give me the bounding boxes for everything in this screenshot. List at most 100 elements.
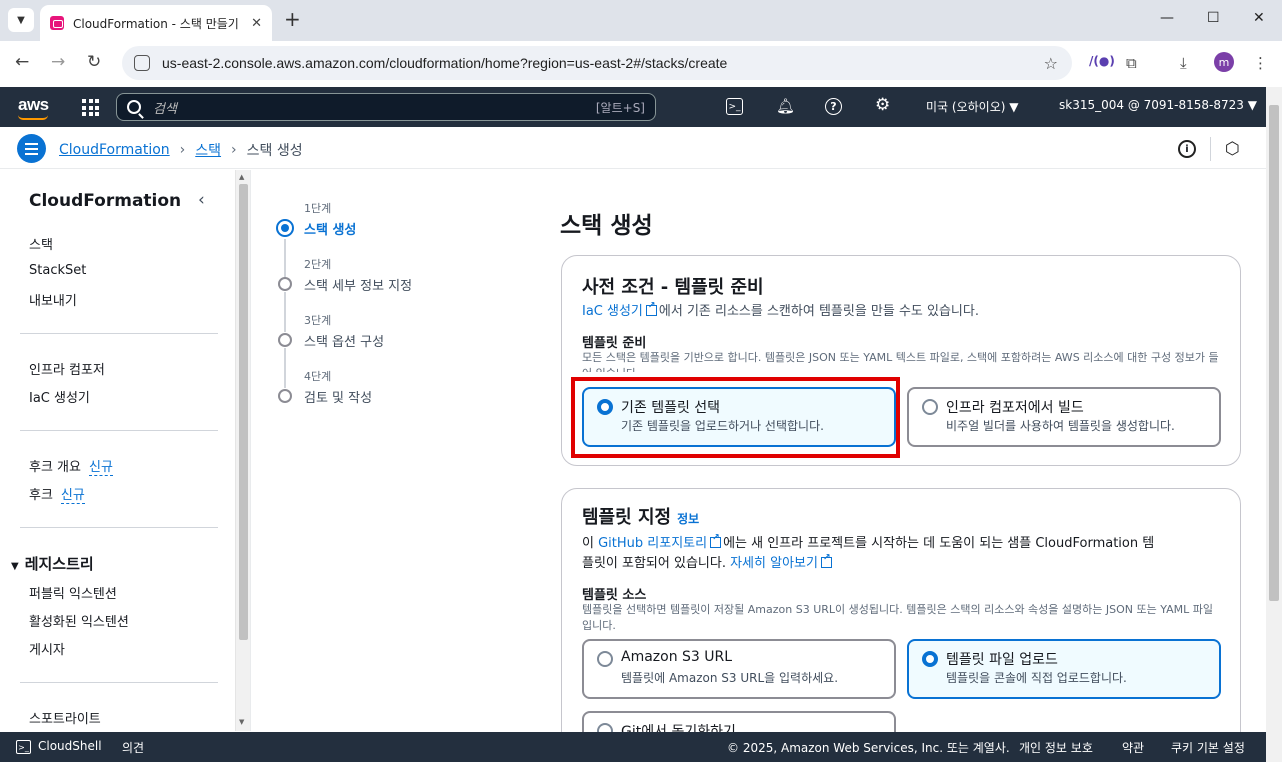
page-scroll-thumb[interactable] bbox=[1269, 105, 1279, 601]
cloudshell-icon[interactable]: >_ bbox=[726, 98, 743, 115]
tools-panel-icon[interactable]: ⬡ bbox=[1225, 139, 1240, 159]
sidebar-item-publisher[interactable]: 게시자 bbox=[29, 639, 65, 658]
aws-logo[interactable]: aws bbox=[18, 95, 49, 115]
breadcrumb-stacks[interactable]: 스택 bbox=[195, 140, 221, 160]
option-desc: 비주얼 빌더를 사용하여 템플릿을 생성합니다. bbox=[946, 419, 1175, 433]
console-footer: >_ CloudShell 의견 © 2025, Amazon Web Serv… bbox=[0, 732, 1266, 762]
step-number: 3단계 bbox=[304, 314, 332, 327]
settings-gear-icon[interactable]: ⚙ bbox=[875, 95, 890, 115]
iac-hint: IaC 생성기 에서 기존 리소스를 스캔하여 템플릿을 만들 수도 있습니다. bbox=[582, 300, 979, 319]
option-label: Amazon S3 URL bbox=[621, 649, 733, 665]
scroll-up-icon[interactable]: ▲ bbox=[239, 173, 244, 181]
sidebar-title: CloudFormation bbox=[29, 191, 182, 211]
sidebar-item-public-extensions[interactable]: 퍼블릭 익스텐션 bbox=[29, 583, 117, 602]
step-dot-icon bbox=[278, 389, 292, 403]
sidebar-scroll-thumb[interactable] bbox=[239, 184, 248, 640]
github-hint-line2: 플릿이 포함되어 있습니다. 자세히 알아보기 bbox=[582, 552, 834, 571]
sidebar-item-stacksets[interactable]: StackSet bbox=[29, 263, 86, 278]
sidebar-item-hooks[interactable]: 후크 신규 bbox=[29, 484, 85, 504]
github-repo-link[interactable]: GitHub 리포지토리 bbox=[598, 536, 707, 551]
tab-close-icon[interactable]: ✕ bbox=[251, 16, 262, 31]
side-nav-toggle-button[interactable] bbox=[17, 134, 46, 163]
step-dot-icon bbox=[278, 333, 292, 347]
copyright-text: © 2025, Amazon Web Services, Inc. 또는 계열사… bbox=[727, 741, 1010, 755]
breadcrumb-chevron-icon: › bbox=[179, 142, 186, 158]
minimize-button[interactable]: — bbox=[1160, 10, 1174, 26]
radio-icon[interactable] bbox=[922, 399, 938, 415]
option-infra-composer[interactable]: 인프라 컴포저에서 빌드 비주얼 빌더를 사용하여 템플릿을 생성합니다. bbox=[907, 387, 1221, 447]
page-title: 스택 생성 bbox=[560, 213, 653, 239]
tab-search-button[interactable]: ▼ bbox=[8, 8, 34, 32]
learn-more-link[interactable]: 자세히 알아보기 bbox=[730, 556, 818, 571]
maximize-button[interactable]: ☐ bbox=[1207, 10, 1220, 26]
close-window-button[interactable]: ✕ bbox=[1253, 10, 1265, 26]
option-label: 템플릿 파일 업로드 bbox=[946, 652, 1058, 668]
radio-icon[interactable] bbox=[597, 651, 613, 667]
collapse-sidebar-icon[interactable]: ‹ bbox=[198, 190, 205, 210]
scroll-down-icon[interactable]: ▼ bbox=[239, 718, 244, 726]
profile-avatar[interactable]: m bbox=[1214, 52, 1234, 72]
back-button[interactable]: ← bbox=[15, 53, 29, 71]
breadcrumb: CloudFormation › 스택 › 스택 생성 bbox=[59, 140, 303, 160]
sidebar-item-activated-extensions[interactable]: 활성화된 익스텐션 bbox=[29, 611, 129, 630]
sidebar-divider bbox=[20, 527, 218, 528]
feedback-link[interactable]: 의견 bbox=[122, 739, 144, 756]
sidebar-scrollbar[interactable]: ▲ ▼ bbox=[235, 170, 250, 731]
search-shortcut: [알트+S] bbox=[595, 100, 645, 115]
notifications-bell-icon[interactable]: 🔔︎ bbox=[776, 97, 795, 115]
sidebar-divider bbox=[20, 682, 218, 683]
option-upload-template[interactable]: 템플릿 파일 업로드 템플릿을 콘솔에 직접 업로드합니다. bbox=[907, 639, 1221, 699]
browser-tab[interactable]: CloudFormation - 스택 만들기 ✕ bbox=[40, 5, 272, 41]
region-selector[interactable]: 미국 (오하이오) ▼ bbox=[926, 98, 1018, 115]
cloudshell-link[interactable]: CloudShell bbox=[38, 739, 102, 753]
new-tab-button[interactable]: + bbox=[284, 9, 301, 29]
sidebar-divider bbox=[20, 430, 218, 431]
browser-menu-icon[interactable]: ⋮ bbox=[1253, 54, 1268, 72]
specify-template-card: 템플릿 지정 정보 이 GitHub 리포지토리 에는 새 인프라 프로젝트를 시작… bbox=[561, 488, 1241, 762]
new-badge: 신규 bbox=[60, 488, 85, 504]
forward-button[interactable]: → bbox=[51, 53, 65, 71]
privacy-link[interactable]: 개인 정보 보호 bbox=[1019, 739, 1093, 756]
aws-search-input[interactable]: 검색 [알트+S] bbox=[116, 93, 656, 121]
external-link-icon bbox=[710, 533, 722, 548]
sidebar-item-stacks[interactable]: 스택 bbox=[29, 234, 53, 253]
site-info-icon[interactable] bbox=[134, 55, 150, 71]
sidebar-section-registry[interactable]: ▼ 레지스트리 bbox=[11, 553, 94, 574]
extension-icon[interactable]: /(●) bbox=[1089, 54, 1115, 68]
option-desc: 템플릿을 콘솔에 직접 업로드합니다. bbox=[946, 671, 1127, 685]
terms-link[interactable]: 약관 bbox=[1122, 739, 1144, 756]
bookmark-star-icon[interactable]: ☆ bbox=[1044, 54, 1058, 73]
breadcrumb-current: 스택 생성 bbox=[246, 143, 303, 159]
info-link[interactable]: 정보 bbox=[677, 512, 699, 526]
cookie-preferences-link[interactable]: 쿠키 기본 설정 bbox=[1171, 739, 1245, 756]
page-scrollbar[interactable] bbox=[1266, 87, 1282, 762]
breadcrumb-cloudformation[interactable]: CloudFormation bbox=[59, 142, 170, 158]
step-connector bbox=[284, 239, 286, 279]
step-active-dot-icon bbox=[276, 219, 294, 237]
sidebar-item-infra-composer[interactable]: 인프라 컴포저 bbox=[29, 359, 105, 378]
services-grid-icon[interactable] bbox=[82, 99, 99, 116]
option-amazon-s3-url[interactable]: Amazon S3 URL 템플릿에 Amazon S3 URL을 입력하세요. bbox=[582, 639, 896, 699]
account-menu[interactable]: sk315_004 @ 7091-8158-8723 ▼ bbox=[1059, 98, 1257, 112]
step-1-label[interactable]: 스택 생성 bbox=[304, 219, 356, 238]
sidebar-item-iac-generator[interactable]: IaC 생성기 bbox=[29, 387, 90, 406]
iac-generator-link[interactable]: IaC 생성기 bbox=[582, 304, 643, 319]
extensions-puzzle-icon[interactable]: ⧉ bbox=[1126, 54, 1137, 72]
step-connector bbox=[284, 348, 286, 388]
downloads-icon[interactable]: ⤓ bbox=[1180, 54, 1187, 72]
step-connector bbox=[284, 292, 286, 332]
cloudshell-icon[interactable]: >_ bbox=[16, 740, 31, 754]
sidebar-item-exports[interactable]: 내보내기 bbox=[29, 290, 77, 309]
radio-selected-icon[interactable] bbox=[922, 651, 938, 667]
address-bar[interactable]: us-east-2.console.aws.amazon.com/cloudfo… bbox=[122, 46, 1072, 80]
prepare-template-label: 템플릿 준비 bbox=[582, 336, 647, 351]
option-desc: 템플릿에 Amazon S3 URL을 입력하세요. bbox=[621, 671, 839, 685]
info-panel-icon[interactable]: i bbox=[1178, 140, 1196, 158]
tab-title: CloudFormation - 스택 만들기 bbox=[73, 16, 239, 31]
reload-button[interactable]: ↻ bbox=[87, 53, 101, 71]
hint-text: 에는 새 인프라 프로젝트를 시작하는 데 도움이 되는 샘플 CloudFor… bbox=[723, 536, 1155, 551]
help-icon[interactable]: ? bbox=[825, 98, 842, 115]
search-placeholder: 검색 bbox=[153, 101, 177, 117]
sidebar-item-spotlight[interactable]: 스포트라이트 bbox=[29, 708, 101, 727]
sidebar-item-hooks-overview[interactable]: 후크 개요 신규 bbox=[29, 456, 113, 476]
